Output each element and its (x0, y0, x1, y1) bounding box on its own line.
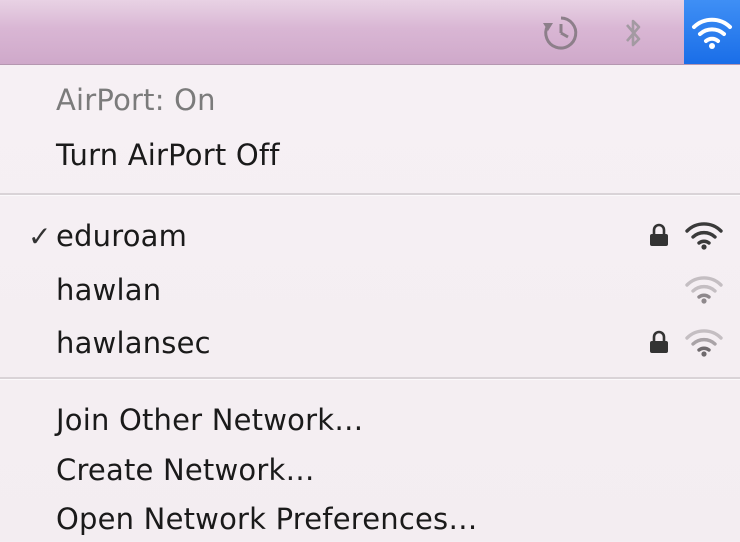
airport-dropdown-menu: AirPort: On Turn AirPort Off ✓ eduroam h… (0, 65, 740, 541)
create-network-label: Create Network… (56, 453, 315, 487)
lock-icon (650, 223, 668, 246)
open-network-preferences-label: Open Network Preferences… (56, 502, 478, 536)
open-network-preferences-item[interactable]: Open Network Preferences… (0, 496, 740, 542)
wifi-signal-strong-icon (685, 222, 723, 250)
network-name: hawlan (56, 273, 162, 307)
menu-bar (0, 0, 740, 65)
network-name: eduroam (56, 219, 188, 253)
wifi-signal-weak-icon (685, 276, 723, 304)
lock-icon (650, 330, 668, 353)
wifi-icon (692, 17, 732, 49)
airport-status-item: AirPort: On (0, 77, 740, 123)
wifi-menu-button[interactable] (684, 0, 740, 64)
create-network-item[interactable]: Create Network… (0, 447, 740, 493)
join-other-network-label: Join Other Network… (56, 403, 364, 437)
time-machine-icon[interactable] (536, 8, 586, 58)
turn-airport-off-label: Turn AirPort Off (56, 138, 280, 172)
wifi-signal-weak-icon (685, 329, 723, 357)
network-item-hawlansec[interactable]: hawlansec (0, 320, 740, 366)
menu-separator (0, 377, 740, 380)
network-item-eduroam[interactable]: ✓ eduroam (0, 213, 740, 259)
join-other-network-item[interactable]: Join Other Network… (0, 397, 740, 443)
network-name: hawlansec (56, 326, 211, 360)
turn-airport-off-item[interactable]: Turn AirPort Off (0, 132, 740, 178)
checkmark-icon: ✓ (28, 219, 52, 253)
bluetooth-icon[interactable] (616, 8, 652, 58)
network-item-hawlan[interactable]: hawlan (0, 267, 740, 313)
airport-status-label: AirPort: On (56, 83, 216, 117)
menu-separator (0, 193, 740, 196)
